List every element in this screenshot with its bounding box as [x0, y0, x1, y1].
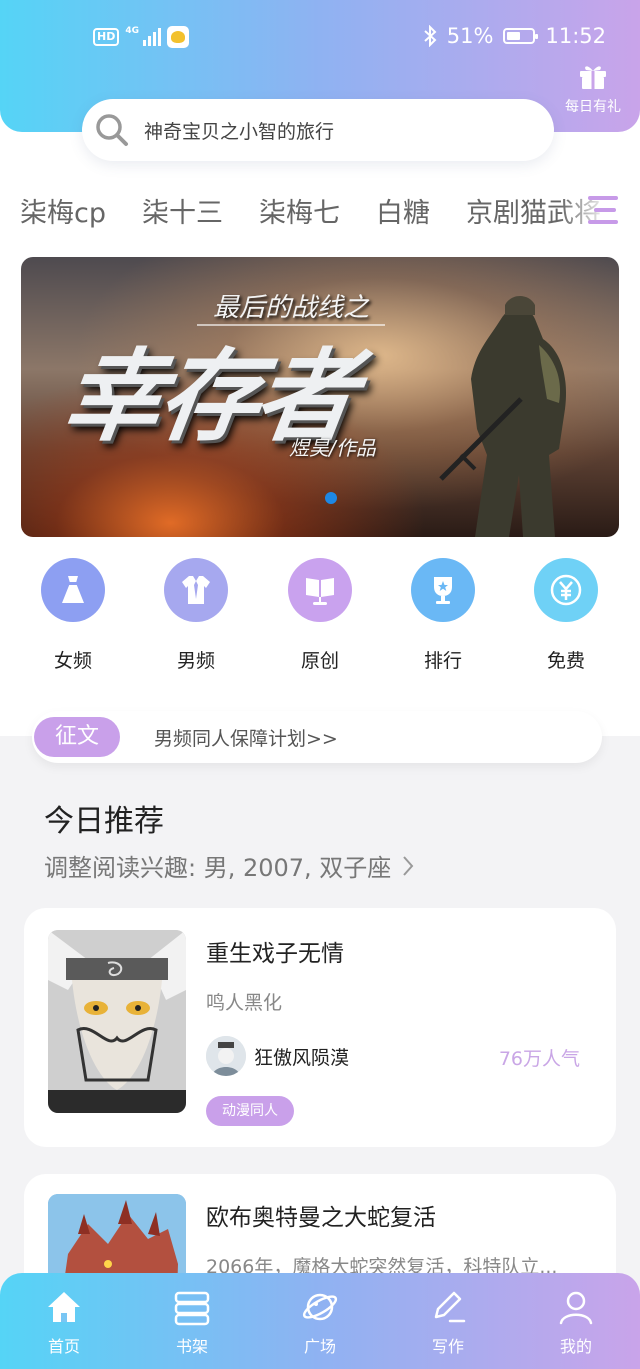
tag-item[interactable]: 柒梅七 — [259, 190, 340, 238]
planet-icon — [302, 1293, 338, 1321]
promo-banner[interactable]: 最后的战线之 幸存者 煜昊/作品 — [21, 257, 619, 537]
trophy-icon — [411, 558, 475, 622]
book-card[interactable]: 重生戏子无情 鸣人黑化 狂傲风陨漠 76万人气 动漫同人 — [24, 908, 616, 1147]
search-icon — [96, 114, 128, 146]
nav-label: 写作 — [431, 1337, 464, 1356]
soldier-illustration — [439, 296, 567, 537]
tags-menu-icon[interactable] — [588, 194, 622, 230]
nav-me[interactable]: 我的 — [512, 1273, 640, 1369]
yuan-coin-icon — [534, 558, 598, 622]
book-title: 重生戏子无情 — [206, 941, 344, 967]
author-row: 狂傲风陨漠 — [206, 1036, 349, 1076]
bottom-nav: 首页 书架 广场 写作 我的 — [0, 1273, 640, 1369]
section-title: 今日推荐 — [44, 804, 164, 839]
contest-notice[interactable]: 征文 男频同人保障计划>> — [32, 711, 602, 763]
contest-badge: 征文 — [34, 717, 120, 757]
search-bar[interactable]: 神奇宝贝之小智的旅行 — [82, 99, 554, 161]
book-description: 鸣人黑化 — [206, 992, 283, 1014]
category-label: 男频 — [176, 650, 215, 672]
app-screen: HD 4G 51% 11:52 每日有礼 神奇宝贝之小智的旅行 柒梅cp 柒十三… — [0, 0, 640, 1369]
battery-percent: 51% — [446, 24, 494, 48]
category-label: 女频 — [53, 650, 92, 672]
status-bar: HD 4G 51% 11:52 — [0, 0, 640, 74]
gift-icon — [580, 66, 606, 89]
hd-indicator: HD — [93, 28, 120, 46]
home-icon — [48, 1292, 80, 1322]
battery-icon — [503, 28, 539, 44]
popularity-count: 76万人气 — [498, 1048, 580, 1070]
tag-item[interactable]: 柒梅cp — [20, 190, 106, 238]
user-icon — [559, 1291, 593, 1325]
genre-tag[interactable]: 动漫同人 — [206, 1096, 294, 1126]
shirt-icon — [164, 558, 228, 622]
tag-item[interactable]: 白糖 — [376, 190, 430, 238]
search-placeholder: 神奇宝贝之小智的旅行 — [144, 120, 335, 143]
avatar — [206, 1036, 246, 1076]
adjust-interests-link[interactable]: 调整阅读兴趣: 男, 2007, 双子座 — [44, 848, 415, 883]
signal-icon — [143, 28, 161, 46]
hot-tags-bar: 柒梅cp 柒十三 柒梅七 白糖 京剧猫武将 更多 — [0, 190, 640, 238]
category-female[interactable]: 女频 — [23, 558, 123, 673]
dress-icon — [41, 558, 105, 622]
nav-label: 广场 — [303, 1337, 336, 1356]
category-row: 女频 男频 原创 排行 免费 — [0, 558, 640, 678]
notification-app-icon — [167, 26, 189, 48]
tag-item[interactable]: 柒十三 — [142, 190, 223, 238]
category-ranking[interactable]: 排行 — [393, 558, 493, 673]
chevron-right-icon — [403, 855, 414, 876]
book-cover — [48, 930, 186, 1113]
category-label: 原创 — [300, 650, 339, 672]
category-label: 免费 — [546, 650, 585, 672]
status-left: HD 4G — [93, 26, 189, 48]
nav-home[interactable]: 首页 — [0, 1273, 128, 1369]
carousel-dot-active[interactable] — [325, 492, 337, 504]
category-male[interactable]: 男频 — [146, 558, 246, 673]
nav-label: 首页 — [47, 1337, 80, 1356]
author-name: 狂傲风陨漠 — [254, 1046, 350, 1069]
adjust-interests-text: 调整阅读兴趣: 男, 2007, 双子座 — [44, 854, 392, 882]
banner-author: 煜昊/作品 — [289, 436, 376, 460]
nav-label: 我的 — [559, 1337, 592, 1356]
nav-label: 书架 — [175, 1337, 208, 1356]
nav-plaza[interactable]: 广场 — [256, 1273, 384, 1369]
nav-write[interactable]: 写作 — [384, 1273, 512, 1369]
book-title: 欧布奥特曼之大蛇复活 — [206, 1205, 436, 1231]
daily-gift-button[interactable]: 每日有礼 — [560, 62, 626, 116]
nav-bookshelf[interactable]: 书架 — [128, 1273, 256, 1369]
notice-text: 男频同人保障计划>> — [154, 727, 338, 750]
pen-icon — [434, 1291, 466, 1323]
network-type: 4G — [125, 26, 139, 36]
category-original[interactable]: 原创 — [270, 558, 370, 673]
book-stand-icon — [288, 558, 352, 622]
daily-gift-label: 每日有礼 — [565, 99, 621, 115]
status-right: 51% 11:52 — [423, 24, 606, 48]
category-label: 排行 — [423, 650, 462, 672]
clock: 11:52 — [545, 24, 606, 48]
bookshelf-icon — [174, 1291, 210, 1326]
bluetooth-icon — [424, 25, 437, 47]
category-free[interactable]: 免费 — [516, 558, 616, 673]
